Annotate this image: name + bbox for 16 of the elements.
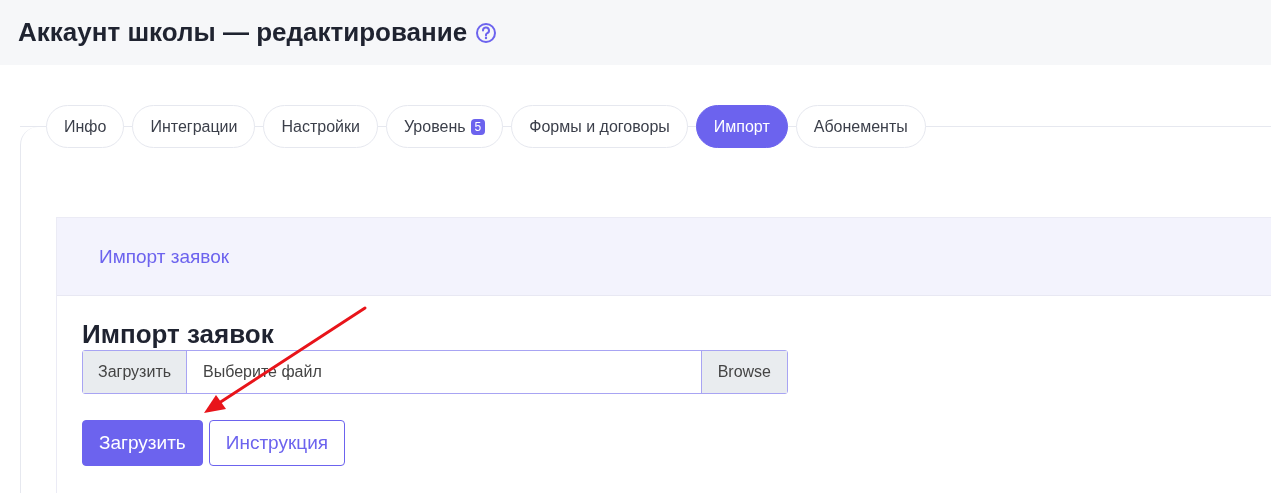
tab[interactable]: Формы и договоры — [511, 105, 688, 148]
tab[interactable]: Импорт — [695, 105, 788, 148]
count-badge: 5 — [470, 118, 486, 135]
tab[interactable]: Инфо — [46, 105, 125, 148]
upload-button[interactable]: Загрузить — [82, 420, 203, 466]
help-icon[interactable] — [475, 21, 498, 44]
page-title: Аккаунт школы — редактирование — [18, 17, 468, 48]
section-heading: Импорт заявок — [82, 318, 275, 350]
tab[interactable]: Уровень 5 — [385, 105, 504, 148]
tab[interactable]: Настройки — [263, 105, 378, 148]
card-header-title: Импорт заявок — [99, 245, 230, 268]
tab[interactable]: Интеграции — [132, 105, 256, 148]
tab[interactable]: Абонементы — [795, 105, 926, 148]
instruction-button[interactable]: Инструкция — [208, 420, 346, 466]
file-input-label: Загрузить — [83, 351, 188, 393]
browse-button[interactable]: Browse — [700, 351, 787, 393]
